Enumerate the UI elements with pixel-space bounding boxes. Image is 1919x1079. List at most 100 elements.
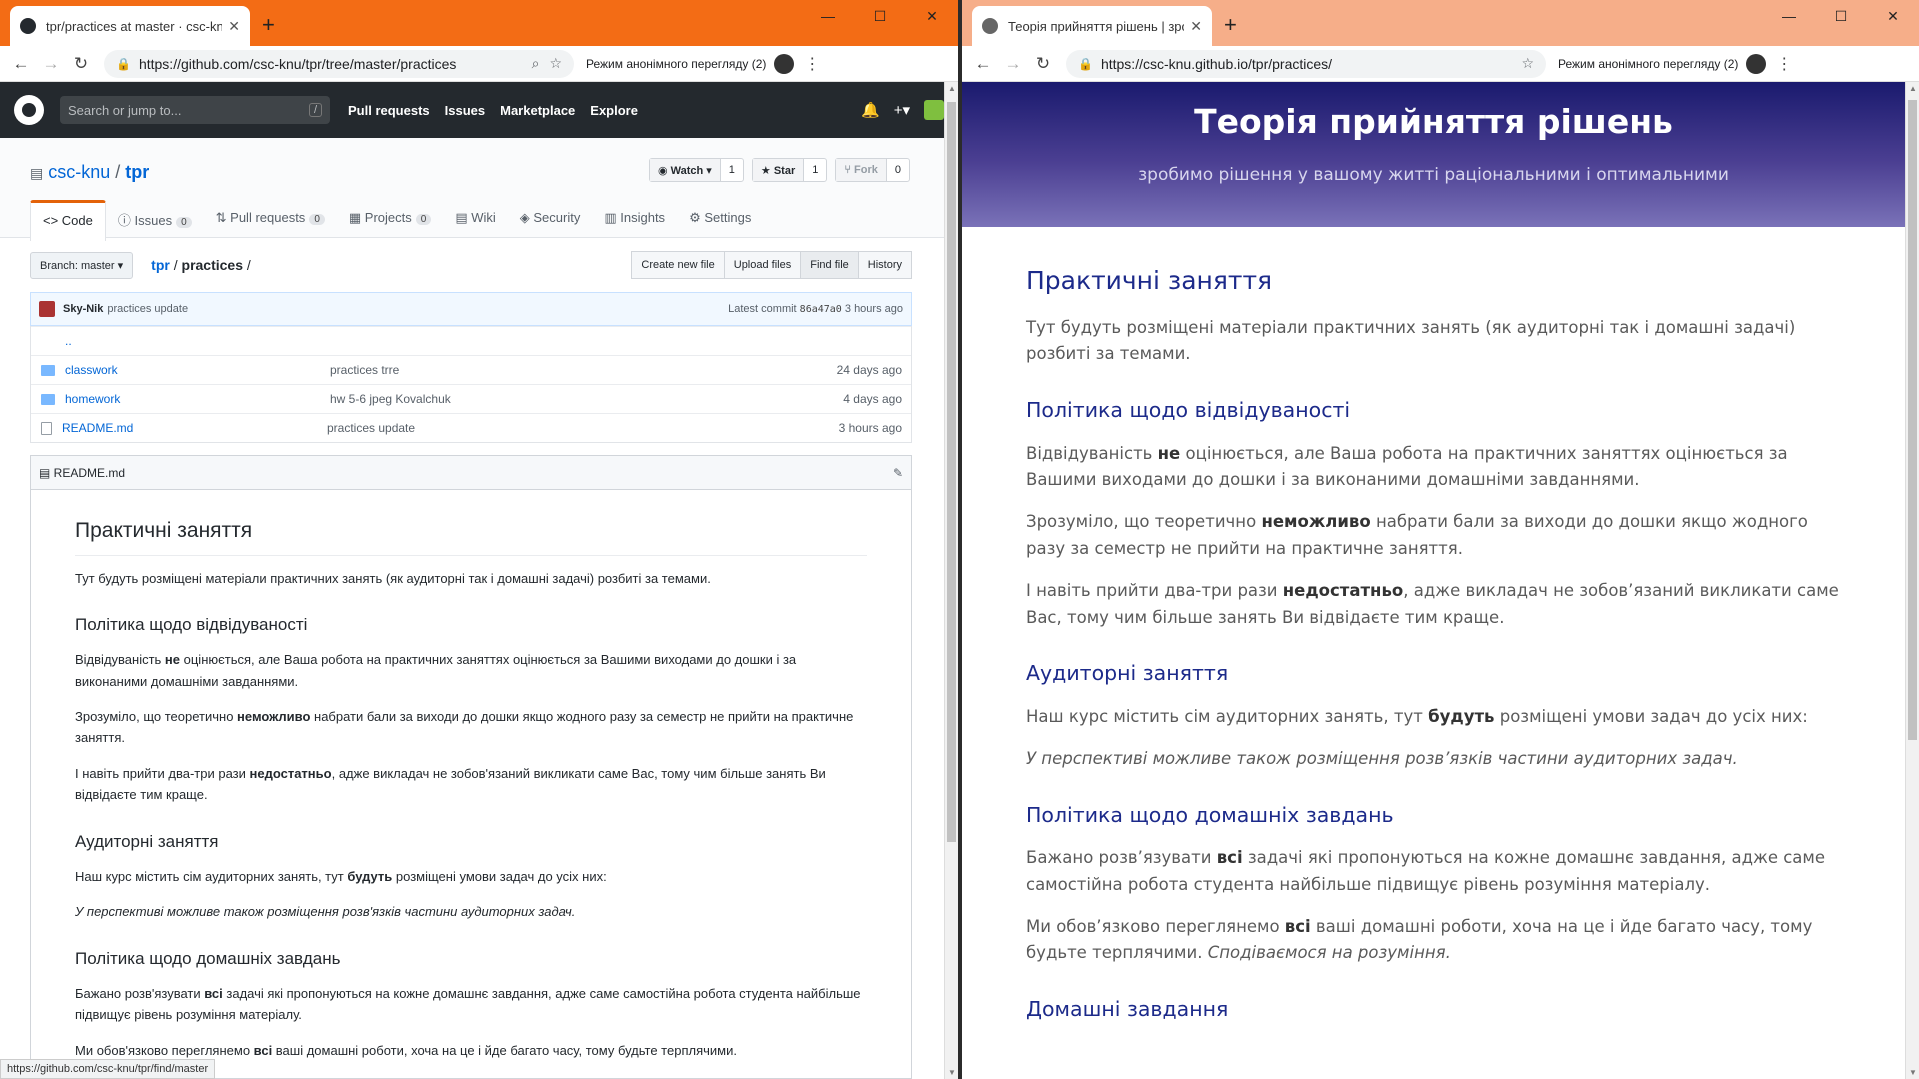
file-name[interactable]: README.md bbox=[62, 421, 327, 435]
nav-marketplace[interactable]: Marketplace bbox=[500, 103, 575, 118]
avatar[interactable] bbox=[924, 100, 944, 120]
commit-author[interactable]: Sky-Nik bbox=[63, 303, 103, 315]
fork-button[interactable]: ⑂ Fork 0 bbox=[835, 158, 910, 182]
file-navigation: Branch: master ▾ tpr / practices / Creat… bbox=[30, 250, 912, 280]
nav-pull-requests[interactable]: Pull requests bbox=[348, 103, 430, 118]
repo-owner-link[interactable]: csc-knu bbox=[48, 162, 110, 182]
zoom-search-icon[interactable]: ⌕ bbox=[532, 55, 540, 72]
watch-button[interactable]: ◉ Watch ▾ 1 bbox=[648, 158, 744, 182]
class-para-1: Наш курс містить сім аудиторних занять, … bbox=[1026, 706, 1808, 726]
close-tab-icon[interactable]: ✕ bbox=[1190, 18, 1202, 35]
pencil-icon[interactable]: ✎ bbox=[893, 466, 903, 480]
file-commit-message[interactable]: practices trre bbox=[330, 363, 801, 377]
browser-tab-github[interactable]: tpr/practices at master · csc-knu/ ✕ bbox=[10, 6, 250, 46]
minimize-icon[interactable]: — bbox=[1763, 2, 1815, 30]
minimize-icon[interactable]: — bbox=[802, 2, 854, 30]
commit-message[interactable]: practices update bbox=[107, 303, 188, 315]
scrollbar[interactable]: ▲ ▼ bbox=[944, 82, 958, 1079]
nav-issues[interactable]: Issues bbox=[445, 103, 485, 118]
tab-wiki[interactable]: ▤ Wiki bbox=[443, 200, 507, 241]
repo-name-link[interactable]: tpr bbox=[125, 162, 149, 182]
find-file-button[interactable]: Find file bbox=[800, 251, 859, 279]
plus-dropdown-icon[interactable]: +▾ bbox=[894, 101, 910, 119]
bookmark-star-icon[interactable]: ☆ bbox=[1521, 55, 1534, 72]
bookmark-star-icon[interactable]: ☆ bbox=[549, 55, 562, 72]
scroll-down-icon[interactable]: ▼ bbox=[1906, 1068, 1919, 1077]
forward-icon[interactable]: → bbox=[998, 54, 1028, 74]
kebab-menu-icon[interactable]: ⋮ bbox=[1776, 54, 1792, 74]
scroll-up-icon[interactable]: ▲ bbox=[1906, 84, 1919, 93]
repo-header: ▤ csc-knu / tpr ◉ Watch ▾ 1 ★ Star 1 ⑂ Fork 0… bbox=[0, 138, 958, 241]
incognito-label[interactable]: Режим анонімного перегляду (2) bbox=[1558, 57, 1738, 71]
back-icon[interactable]: ← bbox=[6, 54, 36, 74]
readme-h-homework: Політика щодо домашніх завдань bbox=[75, 948, 341, 968]
parent-dir-row[interactable]: .. bbox=[31, 326, 911, 355]
branch-label: Branch: master bbox=[40, 259, 115, 272]
scroll-up-icon[interactable]: ▲ bbox=[945, 84, 958, 93]
commit-author-avatar[interactable] bbox=[39, 301, 55, 317]
star-count[interactable]: 1 bbox=[804, 159, 826, 181]
tab-settings[interactable]: ⚙ Settings bbox=[677, 200, 763, 241]
site-subtitle: зробимо рішення у вашому житті раціональ… bbox=[1138, 165, 1729, 185]
code-icon: <> bbox=[43, 213, 62, 228]
tab-pull-requests[interactable]: ⇅ Pull requests 0 bbox=[204, 200, 337, 241]
address-bar[interactable]: 🔒 https://csc-knu.github.io/tpr/practice… bbox=[1066, 49, 1546, 78]
tab-issues[interactable]: ⓘ Issues 0 bbox=[106, 200, 204, 241]
maximize-icon[interactable]: ☐ bbox=[1815, 2, 1867, 30]
nav-explore[interactable]: Explore bbox=[590, 103, 638, 118]
file-commit-message[interactable]: hw 5-6 jpeg Kovalchuk bbox=[330, 392, 801, 406]
readme-class-1: Наш курс містить сім аудиторних занять, … bbox=[75, 868, 607, 884]
file-name[interactable]: classwork bbox=[65, 363, 330, 377]
watch-label: Watch bbox=[670, 165, 704, 177]
tab-code[interactable]: <> Code bbox=[30, 200, 106, 241]
new-tab-icon[interactable]: + bbox=[262, 12, 275, 38]
tab-insights[interactable]: ▥ Insights bbox=[592, 200, 677, 241]
close-tab-icon[interactable]: ✕ bbox=[228, 18, 240, 35]
kebab-menu-icon[interactable]: ⋮ bbox=[804, 54, 820, 74]
file-age: 4 days ago bbox=[843, 392, 902, 406]
folder-icon bbox=[41, 393, 55, 405]
incognito-icon[interactable] bbox=[1746, 53, 1767, 74]
lock-icon: 🔒 bbox=[1078, 56, 1093, 71]
site-header: Теорія прийняття рішень зробимо рішення … bbox=[962, 82, 1905, 227]
commit-sha[interactable]: 86a47a0 bbox=[800, 304, 842, 315]
new-tab-icon[interactable]: + bbox=[1224, 12, 1237, 38]
close-window-icon[interactable]: ✕ bbox=[1867, 2, 1919, 30]
star-button[interactable]: ★ Star 1 bbox=[751, 158, 828, 182]
github-logo-icon[interactable] bbox=[14, 95, 44, 125]
branch-select[interactable]: Branch: master ▾ bbox=[30, 251, 134, 279]
scroll-down-icon[interactable]: ▼ bbox=[945, 1068, 958, 1077]
maximize-icon[interactable]: ☐ bbox=[854, 2, 906, 30]
breadcrumb-repo[interactable]: tpr bbox=[151, 257, 170, 273]
fork-count[interactable]: 0 bbox=[887, 159, 909, 181]
upload-files-button[interactable]: Upload files bbox=[723, 251, 802, 279]
history-button[interactable]: History bbox=[857, 251, 912, 279]
tab-projects[interactable]: ▦ Projects 0 bbox=[337, 200, 443, 241]
readme-panel: ▤ README.md ✎ Практичні заняття Тут буду… bbox=[30, 455, 912, 1079]
file-commit-message[interactable]: practices update bbox=[327, 421, 801, 435]
breadcrumb-dir: practices bbox=[181, 257, 243, 273]
scrollbar-thumb[interactable] bbox=[947, 102, 956, 842]
watch-count[interactable]: 1 bbox=[721, 159, 743, 181]
forward-icon[interactable]: → bbox=[36, 54, 66, 74]
scrollbar-thumb[interactable] bbox=[1908, 100, 1917, 740]
reload-icon[interactable]: ↻ bbox=[66, 54, 96, 74]
readme-home-2: Ми обов'язково переглянемо всі ваші дома… bbox=[75, 1042, 737, 1058]
tab-security[interactable]: ◈ Security bbox=[508, 200, 593, 241]
close-window-icon[interactable]: ✕ bbox=[906, 2, 958, 30]
search-input[interactable]: Search or jump to... / bbox=[60, 96, 330, 124]
reload-icon[interactable]: ↻ bbox=[1028, 54, 1058, 74]
address-bar[interactable]: 🔒 https://github.com/csc-knu/tpr/tree/ma… bbox=[104, 49, 574, 78]
incognito-label[interactable]: Режим анонімного перегляду (2) bbox=[586, 57, 766, 71]
back-icon[interactable]: ← bbox=[968, 54, 998, 74]
file-name[interactable]: homework bbox=[65, 392, 330, 406]
browser-tab-pages[interactable]: Теорія прийняття рішень | зроб ✕ bbox=[972, 6, 1212, 46]
tab-label: Issues bbox=[134, 213, 173, 228]
scrollbar[interactable]: ▲ ▼ bbox=[1905, 82, 1919, 1079]
incognito-icon[interactable] bbox=[774, 53, 795, 74]
create-new-file-button[interactable]: Create new file bbox=[631, 251, 725, 279]
parent-dir-link[interactable]: .. bbox=[65, 334, 330, 348]
site-title[interactable]: Теорія прийняття рішень bbox=[962, 102, 1905, 141]
latest-commit-bar: Sky-Nik practices update Latest commit 8… bbox=[30, 292, 912, 326]
bell-icon[interactable]: 🔔 bbox=[861, 101, 880, 119]
